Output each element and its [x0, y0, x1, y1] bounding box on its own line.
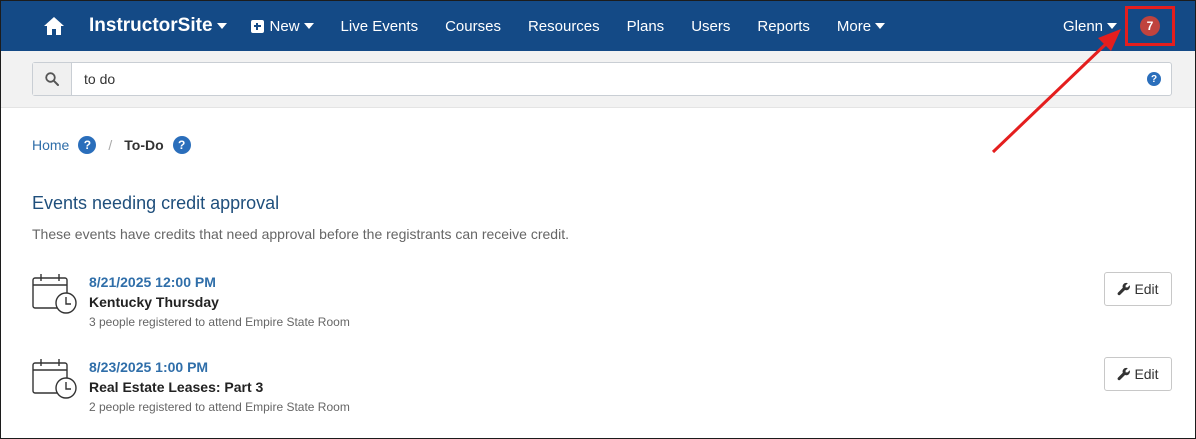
help-icon: ? [78, 136, 97, 154]
user-menu[interactable]: Glenn [1063, 1, 1118, 51]
nav-item-live-events[interactable]: Live Events [341, 18, 419, 35]
help-icon: ? [1147, 72, 1161, 86]
search-help-button[interactable]: ? [1137, 63, 1171, 95]
site-brand-label: InstructorSite [89, 15, 213, 36]
breadcrumb-current: To-Do [124, 137, 164, 153]
edit-button-label: Edit [1134, 281, 1159, 297]
list-item: 8/21/2025 12:00 PM Kentucky Thursday 3 p… [32, 272, 1172, 332]
notification-badge[interactable]: 7 [1140, 16, 1160, 36]
help-icon: ? [172, 136, 191, 154]
section-title: Events needing credit approval [32, 193, 280, 213]
list-item: 8/23/2025 1:00 PM Real Estate Leases: Pa… [32, 357, 1172, 417]
new-menu-label: New [269, 17, 300, 35]
chevron-down-icon [216, 23, 227, 29]
home-help-button[interactable]: ? [78, 136, 97, 154]
user-menu-label: Glenn [1063, 17, 1104, 35]
nav-item-resources[interactable]: Resources [528, 18, 600, 35]
wrench-icon [1117, 367, 1131, 381]
edit-button[interactable]: Edit [1104, 357, 1172, 391]
nav-item-reports[interactable]: Reports [757, 18, 810, 35]
edit-button-label: Edit [1134, 366, 1159, 382]
home-icon [44, 17, 64, 35]
calendar-clock-icon [32, 274, 77, 314]
section-description: These events have credits that need appr… [32, 226, 569, 242]
breadcrumb-home-link[interactable]: Home [32, 137, 69, 153]
event-name: Real Estate Leases: Part 3 [89, 379, 264, 395]
calendar-clock-icon [32, 359, 77, 399]
todo-help-button[interactable]: ? [172, 136, 191, 154]
event-datetime-link[interactable]: 8/21/2025 12:00 PM [89, 274, 216, 290]
breadcrumb-separator: / [108, 137, 113, 153]
event-name: Kentucky Thursday [89, 294, 219, 310]
plus-square-icon [250, 19, 264, 33]
event-datetime-link[interactable]: 8/23/2025 1:00 PM [89, 359, 208, 375]
event-meta: 2 people registered to attend Empire Sta… [89, 400, 350, 414]
breadcrumb: Home ? / To-Do ? [32, 135, 191, 155]
chevron-down-icon [875, 23, 886, 29]
search-strip: ? [1, 51, 1195, 108]
nav-item-plans[interactable]: Plans [627, 18, 665, 35]
notification-highlight: 7 [1125, 6, 1175, 46]
search-button[interactable] [33, 63, 72, 95]
search-input[interactable] [72, 63, 1137, 95]
search-bar: ? [32, 62, 1172, 96]
search-icon [45, 72, 59, 86]
app-window: InstructorSite New Live Events Courses R… [0, 0, 1196, 439]
site-brand-menu[interactable]: InstructorSite [89, 15, 227, 37]
home-button[interactable] [37, 9, 71, 43]
wrench-icon [1117, 282, 1131, 296]
top-navbar: InstructorSite New Live Events Courses R… [1, 1, 1195, 51]
event-meta: 3 people registered to attend Empire Sta… [89, 315, 350, 329]
edit-button[interactable]: Edit [1104, 272, 1172, 306]
nav-item-courses[interactable]: Courses [445, 18, 501, 35]
nav-item-users[interactable]: Users [691, 18, 730, 35]
more-menu-label: More [836, 17, 872, 35]
chevron-down-icon [1107, 23, 1118, 29]
chevron-down-icon [303, 23, 314, 29]
new-menu[interactable]: New [250, 17, 314, 35]
more-menu[interactable]: More [836, 17, 886, 35]
